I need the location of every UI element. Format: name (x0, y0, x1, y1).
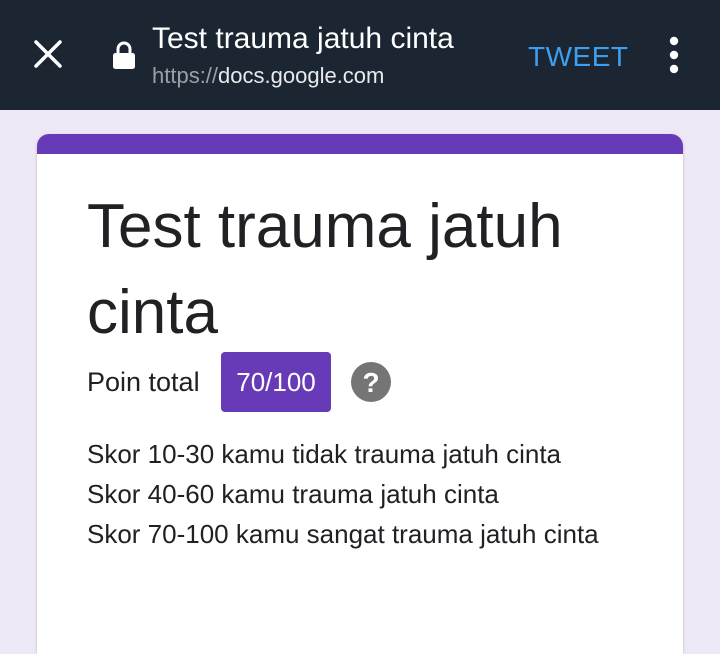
form-description: Skor 10-30 kamu tidak trauma jatuh cinta… (87, 434, 647, 554)
lock-icon (110, 40, 138, 70)
browser-toolbar: Test trauma jatuh cinta https://docs.goo… (0, 0, 720, 110)
more-vert-icon[interactable] (660, 34, 688, 76)
url-host: docs.google.com (218, 63, 385, 88)
score-badge: 70/100 (221, 352, 331, 412)
form-header-card: Test trauma jatuh cinta Poin total 70/10… (37, 134, 683, 654)
description-line: Skor 10-30 kamu tidak trauma jatuh cinta (87, 439, 562, 469)
form-title: Test trauma jatuh cinta (87, 192, 563, 347)
close-icon[interactable] (28, 34, 68, 74)
tweet-button[interactable]: TWEET (528, 40, 629, 74)
score-label: Poin total (87, 367, 200, 397)
description-line: Skor 40-60 kamu trauma jatuh cinta (87, 479, 499, 509)
help-circle-icon[interactable]: ? (351, 362, 391, 402)
url-scheme: https:// (152, 63, 219, 88)
card-accent-bar (37, 134, 683, 154)
svg-text:?: ? (362, 367, 379, 398)
page-title: Test trauma jatuh cinta (152, 22, 454, 55)
page-url: https://docs.google.com (152, 62, 384, 90)
description-line: Skor 70-100 kamu sangat trauma jatuh cin… (87, 519, 599, 549)
